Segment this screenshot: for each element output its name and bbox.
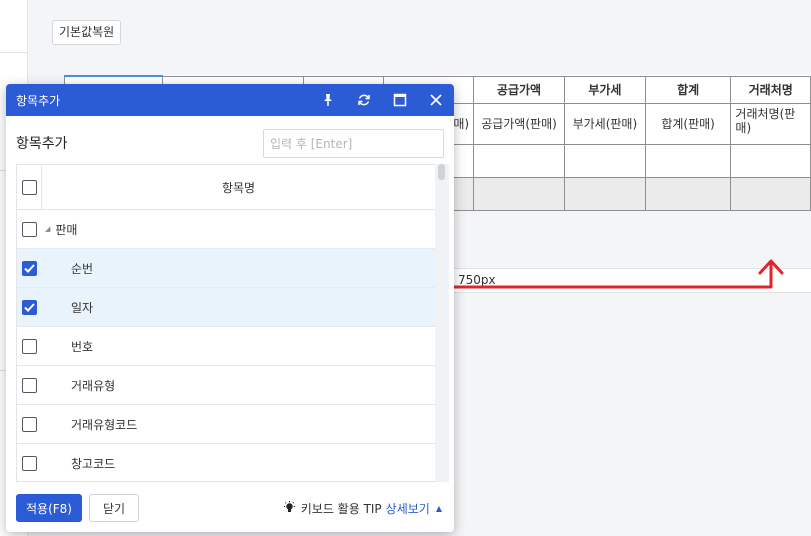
grid-header-cell[interactable]: 부가세 [563, 75, 646, 104]
item-checkbox[interactable] [22, 377, 37, 393]
item-checkbox[interactable] [22, 338, 37, 354]
collapse-triangle-icon[interactable]: ◢ [45, 225, 50, 233]
group-checkbox[interactable] [22, 221, 37, 237]
checkmark-icon [24, 263, 35, 273]
column-header-item-name: 항목명 [221, 180, 256, 195]
list-item[interactable]: 창고코드 [17, 444, 435, 481]
item-label: 번호 [71, 339, 94, 354]
close-icon[interactable] [418, 84, 454, 116]
item-label: 거래유형 [71, 378, 116, 393]
grid-sub-cell: 합계(판매) [644, 102, 732, 145]
item-checkbox[interactable] [22, 260, 37, 276]
pin-icon[interactable] [310, 84, 346, 116]
list-item[interactable]: 일자 [17, 288, 435, 327]
group-row[interactable]: ◢ 판매 [17, 210, 435, 249]
maximize-icon[interactable] [382, 84, 418, 116]
item-label: 거래유형코드 [71, 417, 138, 432]
checkmark-icon [24, 302, 35, 312]
caret-up-icon[interactable]: ▲ [436, 504, 442, 513]
list-header: 항목명 [17, 165, 435, 210]
modal-footer: 적용(F8) 닫기 키보드 활용 TIP 상세보기 ▲ [6, 486, 454, 532]
grid-sub-cell: 부가세(판매) [563, 102, 646, 145]
grid-header-cell[interactable]: 합계 [644, 75, 732, 104]
lightbulb-icon [283, 500, 296, 517]
reset-default-button[interactable]: 기본값복원 [52, 20, 122, 45]
item-label: 창고코드 [71, 456, 116, 471]
apply-button[interactable]: 적용(F8) [16, 494, 82, 522]
tip-details-link[interactable]: 상세보기 [386, 500, 430, 517]
grid-sub-cell: 공급가액(판매) [473, 102, 565, 145]
add-item-modal: 항목추가 항목추가 항목명 ◢ 판매 [6, 84, 454, 532]
search-input[interactable] [263, 129, 444, 158]
list-item[interactable]: 번호 [17, 327, 435, 366]
modal-toolbar: 항목추가 [6, 116, 454, 164]
grid-header-cell[interactable]: 공급가액 [473, 75, 565, 104]
grid-header-cell[interactable]: 거래처명 [730, 75, 811, 104]
keyboard-tip: 키보드 활용 TIP 상세보기 ▲ [283, 500, 442, 517]
section-title: 항목추가 [16, 136, 68, 152]
column-width-field[interactable]: 750px [453, 268, 811, 293]
close-button[interactable]: 닫기 [89, 494, 139, 522]
refresh-icon[interactable] [346, 84, 382, 116]
tip-text: 키보드 활용 TIP [300, 502, 382, 516]
modal-header: 항목추가 [6, 84, 454, 116]
group-label: 판매 [55, 222, 78, 237]
list-scrollbar[interactable] [435, 164, 449, 482]
select-all-cell [17, 165, 42, 209]
list-item[interactable]: 거래유형 [17, 366, 435, 405]
grid-sub-cell: 거래처명(판매) [730, 102, 811, 145]
left-panel-divider [0, 52, 28, 53]
item-checkbox[interactable] [22, 416, 37, 432]
modal-title: 항목추가 [16, 93, 61, 108]
list-item[interactable]: 거래유형코드 [17, 405, 435, 444]
item-checkbox[interactable] [22, 455, 37, 471]
scrollbar-thumb[interactable] [438, 164, 445, 180]
select-all-checkbox[interactable] [21, 179, 37, 195]
item-checkbox[interactable] [22, 299, 37, 315]
item-label: 일자 [71, 300, 94, 315]
item-list: 항목명 ◢ 판매 순번 일자 번호 거래유형 거래유형코드 창고코드 [16, 164, 435, 482]
list-item[interactable]: 순번 [17, 249, 435, 288]
item-label: 순번 [71, 261, 94, 276]
